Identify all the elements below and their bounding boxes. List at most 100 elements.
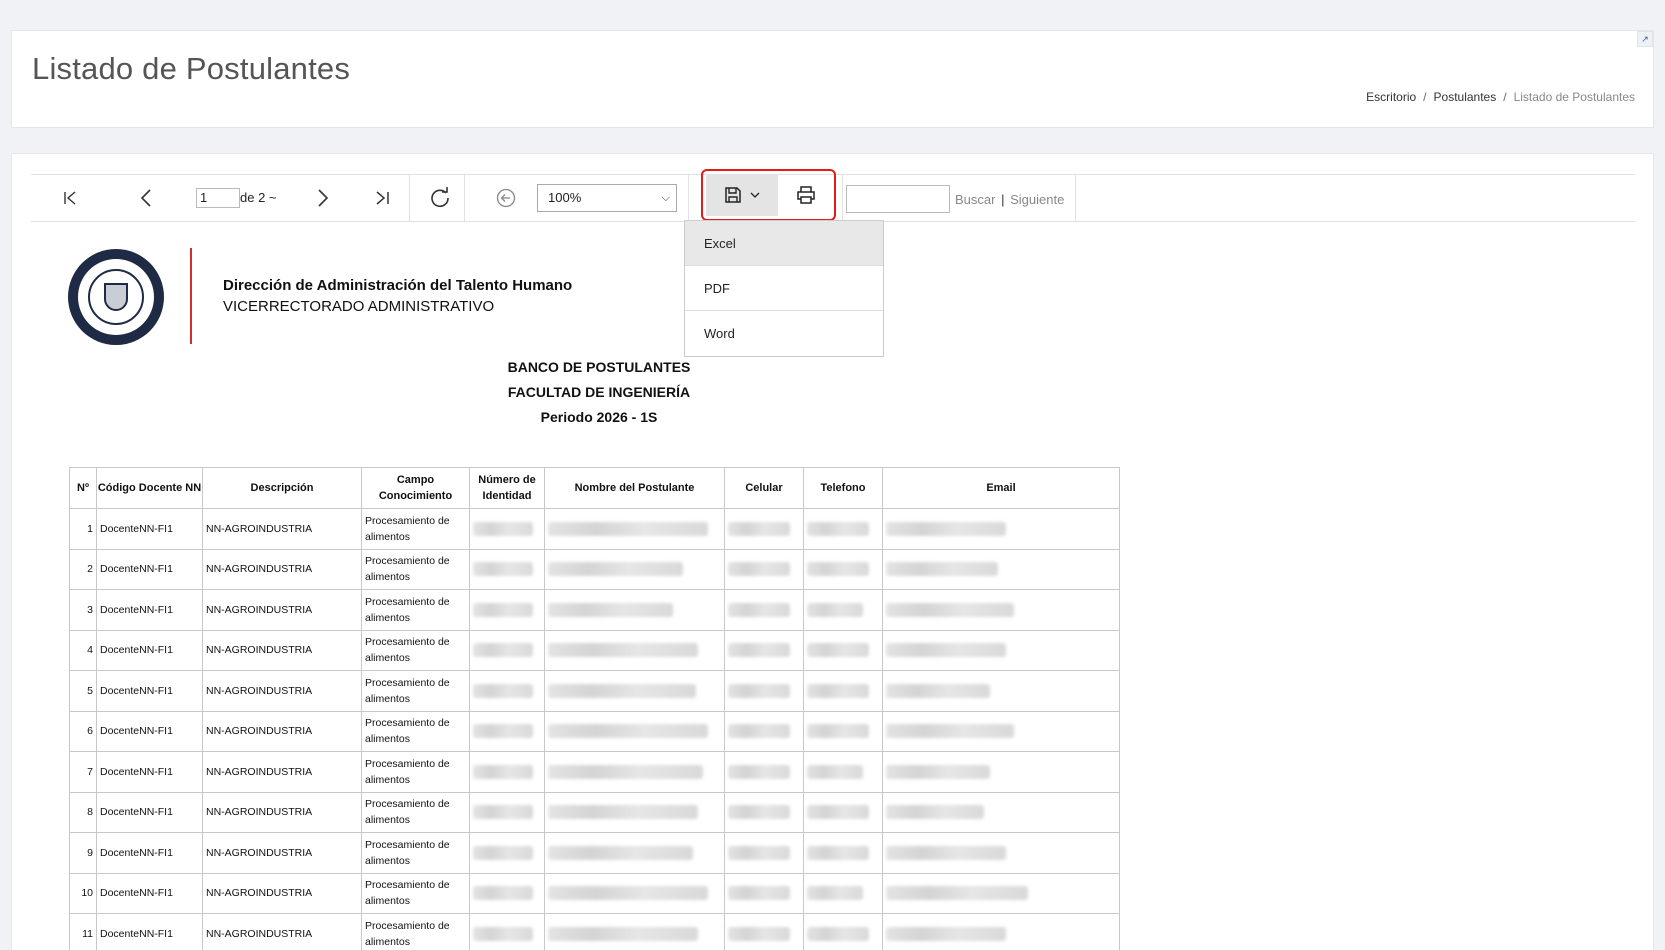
column-header: Campo Conocimiento: [361, 467, 470, 509]
toolbar-divider: [1075, 175, 1076, 221]
teacher-code: DocenteNN-FI1: [96, 751, 203, 793]
row-number: 11: [69, 913, 97, 950]
last-page-button[interactable]: [368, 175, 398, 221]
email-redacted: [882, 832, 1120, 874]
email-redacted: [882, 670, 1120, 712]
redacted-content: [886, 562, 998, 577]
table-row: 9 DocenteNN-FI1 NN-AGROINDUSTRIA Procesamie…: [69, 832, 1120, 874]
refresh-button[interactable]: [422, 175, 458, 221]
redacted-content: [728, 602, 790, 617]
page-title: Listado de Postulantes: [32, 51, 351, 86]
row-number: 2: [69, 548, 97, 590]
redacted-content: [548, 764, 703, 779]
breadcrumb-link-escritorio[interactable]: Escritorio: [1366, 90, 1416, 104]
next-match-link[interactable]: Siguiente: [1010, 192, 1064, 207]
column-header: Telefono: [803, 467, 883, 509]
chevron-down-icon: ⌵: [661, 192, 670, 204]
redacted-content: [886, 764, 990, 779]
redacted-content: [728, 643, 790, 658]
redacted-content: [807, 764, 863, 779]
id-number-redacted: [469, 670, 545, 712]
header-divider: [190, 248, 192, 344]
phone-redacted: [803, 872, 883, 914]
redacted-content: [728, 926, 790, 941]
description: NN-AGROINDUSTRIA: [202, 629, 362, 671]
redacted-content: [473, 764, 533, 779]
knowledge-field: Procesamiento de alimentos: [361, 751, 470, 793]
redacted-content: [548, 521, 708, 536]
redacted-content: [548, 805, 698, 820]
column-header: Celular: [724, 467, 804, 509]
description: NN-AGROINDUSTRIA: [202, 589, 362, 631]
applicant-name-redacted: [544, 548, 725, 590]
knowledge-field: Procesamiento de alimentos: [361, 913, 470, 950]
arrow-left-circle-icon: [496, 188, 516, 208]
table-row: 3 DocenteNN-FI1 NN-AGROINDUSTRIA Procesamie…: [69, 589, 1120, 631]
page-number-input[interactable]: 1: [196, 188, 240, 208]
description: NN-AGROINDUSTRIA: [202, 791, 362, 833]
export-word-option[interactable]: Word: [685, 311, 883, 356]
row-number: 6: [69, 710, 97, 752]
teacher-code: DocenteNN-FI1: [96, 872, 203, 914]
redacted-content: [807, 521, 869, 536]
previous-page-button[interactable]: [131, 175, 161, 221]
knowledge-field: Procesamiento de alimentos: [361, 872, 470, 914]
save-icon: [725, 187, 741, 203]
redacted-content: [473, 683, 533, 698]
redacted-content: [473, 724, 533, 739]
chevron-left-icon: [140, 189, 151, 207]
page-count-label: de 2 ~: [240, 190, 277, 205]
toolbar-divider: [464, 175, 465, 221]
redacted-content: [548, 886, 708, 901]
redacted-content: [473, 805, 533, 820]
table-row: 1 DocenteNN-FI1 NN-AGROINDUSTRIA Procesamie…: [69, 508, 1120, 550]
expand-icon[interactable]: ↗: [1637, 31, 1653, 47]
search-input[interactable]: [846, 185, 950, 213]
id-number-redacted: [469, 913, 545, 950]
teacher-code: DocenteNN-FI1: [96, 913, 203, 950]
id-number-redacted: [469, 710, 545, 752]
report-toolbar: 1 de 2 ~ 100% ⌵ Buscar | Siguiente: [31, 169, 1635, 222]
row-number: 5: [69, 670, 97, 712]
knowledge-field: Procesamiento de alimentos: [361, 589, 470, 631]
mobile-redacted: [724, 589, 804, 631]
zoom-select[interactable]: 100% ⌵: [537, 184, 677, 212]
redacted-content: [728, 764, 790, 779]
export-excel-option[interactable]: Excel: [685, 221, 883, 266]
phone-redacted: [803, 670, 883, 712]
export-pdf-option[interactable]: PDF: [685, 266, 883, 311]
phone-redacted: [803, 629, 883, 671]
save-export-button[interactable]: [706, 174, 778, 216]
row-number: 3: [69, 589, 97, 631]
id-number-redacted: [469, 629, 545, 671]
search-link[interactable]: Buscar: [955, 192, 995, 207]
column-header: Descripción: [202, 467, 362, 509]
row-number: 10: [69, 872, 97, 914]
applicant-name-redacted: [544, 872, 725, 914]
redacted-content: [886, 886, 1028, 901]
row-number: 9: [69, 832, 97, 874]
mobile-redacted: [724, 791, 804, 833]
chevron-down-icon: [750, 192, 760, 198]
breadcrumb-link-postulantes[interactable]: Postulantes: [1434, 90, 1497, 104]
back-button[interactable]: [491, 175, 521, 221]
email-redacted: [882, 872, 1120, 914]
redacted-content: [886, 521, 1006, 536]
applicant-name-redacted: [544, 913, 725, 950]
teacher-code: DocenteNN-FI1: [96, 791, 203, 833]
applicant-name-redacted: [544, 751, 725, 793]
description: NN-AGROINDUSTRIA: [202, 710, 362, 752]
print-button[interactable]: [781, 174, 831, 216]
breadcrumb-separator: /: [1503, 90, 1507, 104]
first-page-button[interactable]: [55, 175, 85, 221]
id-number-redacted: [469, 751, 545, 793]
breadcrumb: Escritorio / Postulantes / Listado de Po…: [1366, 90, 1635, 104]
redacted-content: [473, 521, 533, 536]
description: NN-AGROINDUSTRIA: [202, 832, 362, 874]
email-redacted: [882, 710, 1120, 752]
next-page-button[interactable]: [311, 175, 335, 221]
email-redacted: [882, 791, 1120, 833]
row-number: 1: [69, 508, 97, 550]
redacted-content: [473, 845, 533, 860]
export-print-group: [701, 169, 836, 221]
